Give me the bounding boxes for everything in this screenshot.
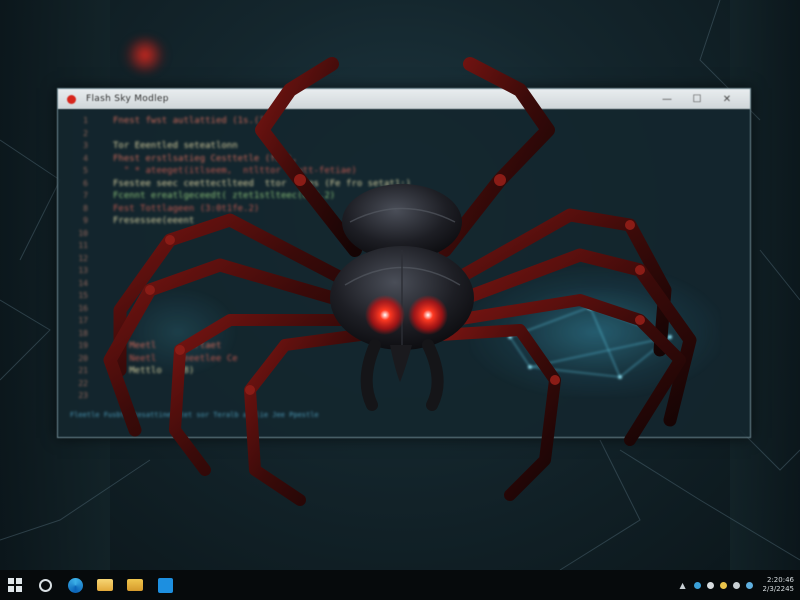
line-number: 5	[83, 166, 88, 175]
taskbar-clock[interactable]: 2:20:46 2/3/2245	[763, 576, 794, 594]
start-button[interactable]	[0, 570, 30, 600]
line-number: 2	[83, 128, 88, 138]
line-number: 15	[78, 291, 88, 300]
line-number-gutter: 1 2 3 4 5 6 7 8 9 10 11 12 13 14 15 16 17 18 19 20 21 22 23	[58, 115, 98, 403]
console-status-line: Fleetle Fusbte tesattinet tet sor Teralb…	[70, 411, 319, 419]
line-number: 13	[78, 266, 88, 275]
code-line: Fhest erstlsatieg Cesttetle (fant,	[113, 153, 298, 164]
line-number: 9	[83, 216, 88, 225]
clock-time: 2:20:46	[767, 576, 794, 584]
line-number: 19	[78, 341, 88, 350]
close-button[interactable]: ✕	[712, 89, 742, 109]
wallpaper-scene: Flash Sky Modlep — ☐ ✕ 1 2 3 4 5 6 7 8 9…	[0, 0, 800, 600]
line-number: 6	[83, 178, 88, 188]
line-number: 12	[78, 253, 88, 263]
line-number: 10	[78, 228, 88, 238]
line-number: 7	[83, 191, 88, 200]
taskbar-explorer-button[interactable]	[90, 570, 120, 600]
battery-icon[interactable]	[732, 581, 740, 589]
windows-logo-icon	[8, 578, 22, 592]
network-graphic	[470, 267, 720, 397]
line-number: 14	[78, 278, 88, 288]
file-explorer-icon	[97, 579, 113, 591]
taskbar: ▲ 2:20:46 2/3/2245	[0, 570, 800, 600]
line-number: 8	[83, 203, 88, 213]
line-number: 17	[78, 316, 88, 325]
code-line: Fresessee(eeent	[113, 216, 195, 226]
code-line: " * ateeget(itlseem, ntlttor Mutt-fetiae…	[113, 166, 357, 176]
taskbar-folder-button[interactable]	[120, 570, 150, 600]
line-number: 16	[78, 303, 88, 313]
maximize-button[interactable]: ☐	[682, 89, 712, 109]
clock-date: 2/3/2245	[762, 585, 794, 593]
line-number: 22	[78, 378, 88, 388]
code-line: Meetl pertaet	[113, 341, 222, 351]
system-tray: ▲ 2:20:46 2/3/2245	[678, 576, 800, 594]
notification-icon[interactable]	[719, 581, 727, 589]
code-line: Fest Tottlageen (3:0t1fe.2)	[113, 203, 260, 214]
folder-icon	[127, 579, 143, 591]
code-line: Fsestee seec ceettectlteed ttor \tes (Fe…	[113, 178, 412, 189]
minimize-button[interactable]: —	[652, 89, 682, 109]
code-line: Neetl eeetlee Ce	[113, 353, 238, 364]
code-line: Tor Eeentled seteatlonn	[113, 141, 238, 151]
line-number: 18	[78, 328, 88, 338]
window-title: Flash Sky Modlep	[86, 94, 169, 104]
line-number: 4	[83, 153, 88, 163]
code-line: Fcennt ereatlgeceedt( ztet1stlteec(ee2.2…	[113, 191, 336, 201]
line-number: 21	[78, 366, 88, 375]
line-number: 3	[83, 141, 88, 150]
window-titlebar[interactable]: Flash Sky Modlep — ☐ ✕	[58, 89, 750, 109]
taskbar-browser-button[interactable]	[60, 570, 90, 600]
language-icon[interactable]	[745, 581, 753, 589]
browser-icon	[67, 577, 83, 593]
taskbar-search-button[interactable]	[30, 570, 60, 600]
code-line: Mettlo (8)	[113, 366, 195, 376]
line-number: 1	[83, 116, 88, 125]
volume-icon[interactable]	[706, 581, 714, 589]
line-number: 23	[78, 391, 88, 400]
taskbar-app-button[interactable]	[150, 570, 180, 600]
line-number: 11	[78, 241, 88, 250]
code-window[interactable]: Flash Sky Modlep — ☐ ✕ 1 2 3 4 5 6 7 8 9…	[57, 88, 751, 438]
code-line: Fnest fwst autlattied (1s.(?)	[113, 116, 271, 126]
chevron-up-icon[interactable]: ▲	[678, 580, 688, 590]
network-nodes	[508, 304, 672, 379]
network-icon[interactable]	[693, 581, 701, 589]
search-icon	[38, 578, 52, 592]
line-number: 20	[78, 353, 88, 363]
app-icon	[67, 94, 76, 104]
app-icon-blue	[157, 577, 173, 593]
code-lines: Fnest fwst autlattied (1s.(?) Tor Eeentl…	[113, 115, 411, 403]
code-editor[interactable]: 1 2 3 4 5 6 7 8 9 10 11 12 13 14 15 16 17 18 19 20 21 22 23 Fn…	[58, 109, 750, 437]
window-controls: — ☐ ✕	[652, 89, 742, 109]
